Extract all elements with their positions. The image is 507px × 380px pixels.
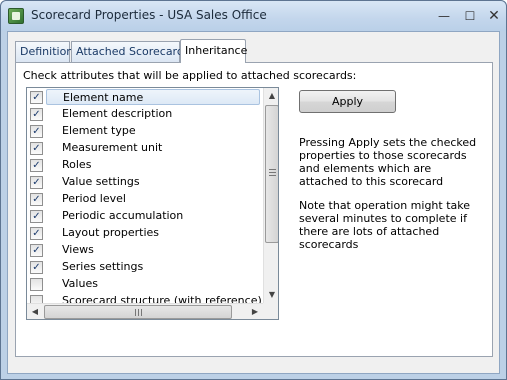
attribute-item-label: Series settings bbox=[62, 260, 144, 273]
attribute-item-label: Value settings bbox=[62, 175, 140, 188]
checkbox-checked[interactable]: ✓ bbox=[30, 227, 43, 240]
attribute-item-highlight: Measurement unit bbox=[46, 140, 260, 156]
apply-description: Pressing Apply sets the checked properti… bbox=[299, 136, 477, 188]
checkmark-icon: ✓ bbox=[32, 262, 41, 273]
scroll-left-icon[interactable]: ◀ bbox=[27, 304, 43, 319]
tab-definition[interactable]: Definition bbox=[15, 41, 73, 62]
scroll-up-icon[interactable]: ▲ bbox=[264, 88, 278, 104]
checkbox-checked[interactable]: ✓ bbox=[30, 142, 43, 155]
inheritance-panel: Check attributes that will be applied to… bbox=[15, 62, 493, 357]
checkmark-icon: ✓ bbox=[32, 143, 41, 154]
scorecard-app-icon bbox=[8, 8, 24, 24]
vertical-scroll-thumb[interactable] bbox=[265, 105, 278, 243]
attribute-item-label: Period level bbox=[62, 192, 126, 205]
attribute-item-highlight: Layout properties bbox=[46, 225, 260, 241]
horizontal-scroll-thumb[interactable] bbox=[44, 305, 232, 319]
tab-inheritance[interactable]: Inheritance bbox=[180, 39, 247, 63]
checkmark-icon: ✓ bbox=[32, 92, 41, 103]
checkbox-unchecked[interactable] bbox=[30, 278, 43, 291]
attribute-item-highlight: Series settings bbox=[46, 259, 260, 275]
attribute-item[interactable]: ✓ Roles bbox=[27, 157, 264, 174]
checkbox-checked[interactable]: ✓ bbox=[30, 91, 43, 104]
attribute-item-label: Layout properties bbox=[62, 226, 160, 239]
checkbox-checked[interactable]: ✓ bbox=[30, 125, 43, 138]
attribute-item-label: Measurement unit bbox=[62, 141, 163, 154]
attribute-item-label: Periodic accumulation bbox=[62, 209, 184, 222]
attribute-item[interactable]: ✓ Layout properties bbox=[27, 225, 264, 242]
attribute-item-label: Roles bbox=[62, 158, 92, 171]
attribute-item[interactable]: Values bbox=[27, 276, 264, 293]
checkbox-checked[interactable]: ✓ bbox=[30, 261, 43, 274]
title-bar[interactable]: Scorecard Properties - USA Sales Office … bbox=[1, 1, 506, 31]
checkmark-icon: ✓ bbox=[32, 126, 41, 137]
apply-button[interactable]: Apply bbox=[299, 90, 396, 113]
checkmark-icon: ✓ bbox=[32, 228, 41, 239]
attribute-item-highlight: Values bbox=[46, 276, 260, 292]
attribute-item-highlight: Element type bbox=[46, 123, 260, 139]
attribute-item[interactable]: ✓ Measurement unit bbox=[27, 140, 264, 157]
attribute-item-highlight: Roles bbox=[46, 157, 260, 173]
attribute-item-label: Element description bbox=[62, 107, 173, 120]
attribute-item[interactable]: ✓ Element type bbox=[27, 123, 264, 140]
scroll-down-icon[interactable]: ▼ bbox=[264, 287, 278, 303]
checkmark-icon: ✓ bbox=[32, 109, 41, 120]
instruction-label: Check attributes that will be applied to… bbox=[23, 69, 357, 82]
checkmark-icon: ✓ bbox=[32, 245, 41, 256]
attribute-item-highlight: Period level bbox=[46, 191, 260, 207]
checkmark-icon: ✓ bbox=[32, 160, 41, 171]
attribute-item-highlight: Element name bbox=[46, 89, 260, 105]
attribute-item-highlight: Element description bbox=[46, 106, 260, 122]
scrollbar-corner bbox=[263, 303, 278, 319]
dialog-body: Definition Attached Scorecards Inheritan… bbox=[7, 31, 500, 374]
window-title: Scorecard Properties - USA Sales Office bbox=[31, 8, 267, 22]
attribute-item[interactable]: ✓ Period level bbox=[27, 191, 264, 208]
attribute-item-label: Element name bbox=[63, 91, 144, 104]
attribute-item-label: Views bbox=[62, 243, 94, 256]
attribute-item[interactable]: ✓ Views bbox=[27, 242, 264, 259]
attribute-checklist[interactable]: ▲ ▼ ◀ ▶ ✓ Element name ✓ Element descriptio… bbox=[26, 87, 279, 320]
attribute-item-label: Values bbox=[62, 277, 98, 290]
checkbox-checked[interactable]: ✓ bbox=[30, 210, 43, 223]
checkbox-checked[interactable]: ✓ bbox=[30, 176, 43, 189]
maximize-icon[interactable]: ☐ bbox=[459, 7, 481, 25]
horizontal-scrollbar[interactable]: ◀ ▶ bbox=[27, 303, 263, 319]
attribute-item[interactable]: ✓ Series settings bbox=[27, 259, 264, 276]
attribute-item[interactable]: ✓ Periodic accumulation bbox=[27, 208, 264, 225]
attribute-item[interactable]: ✓ Value settings bbox=[27, 174, 264, 191]
minimize-icon[interactable]: — bbox=[433, 7, 455, 25]
attribute-item-highlight: Value settings bbox=[46, 174, 260, 190]
checkbox-checked[interactable]: ✓ bbox=[30, 159, 43, 172]
scroll-right-icon[interactable]: ▶ bbox=[247, 304, 263, 319]
checkmark-icon: ✓ bbox=[32, 194, 41, 205]
checkmark-icon: ✓ bbox=[32, 177, 41, 188]
attribute-item-highlight: Views bbox=[46, 242, 260, 258]
tab-attached-scorecards[interactable]: Attached Scorecards bbox=[71, 41, 190, 62]
attribute-item-highlight: Periodic accumulation bbox=[46, 208, 260, 224]
duration-note: Note that operation might take several m… bbox=[299, 199, 471, 251]
dialog-window: Scorecard Properties - USA Sales Office … bbox=[0, 0, 507, 380]
attribute-item[interactable]: ✓ Element description bbox=[27, 106, 264, 123]
attribute-item[interactable]: ✓ Element name bbox=[27, 89, 264, 106]
close-icon[interactable]: ✕ bbox=[483, 7, 505, 25]
attribute-item-label: Element type bbox=[62, 124, 136, 137]
checkmark-icon: ✓ bbox=[32, 211, 41, 222]
checkbox-checked[interactable]: ✓ bbox=[30, 193, 43, 206]
vertical-scrollbar[interactable]: ▲ ▼ bbox=[263, 88, 278, 303]
checkbox-checked[interactable]: ✓ bbox=[30, 108, 43, 121]
checkbox-checked[interactable]: ✓ bbox=[30, 244, 43, 257]
